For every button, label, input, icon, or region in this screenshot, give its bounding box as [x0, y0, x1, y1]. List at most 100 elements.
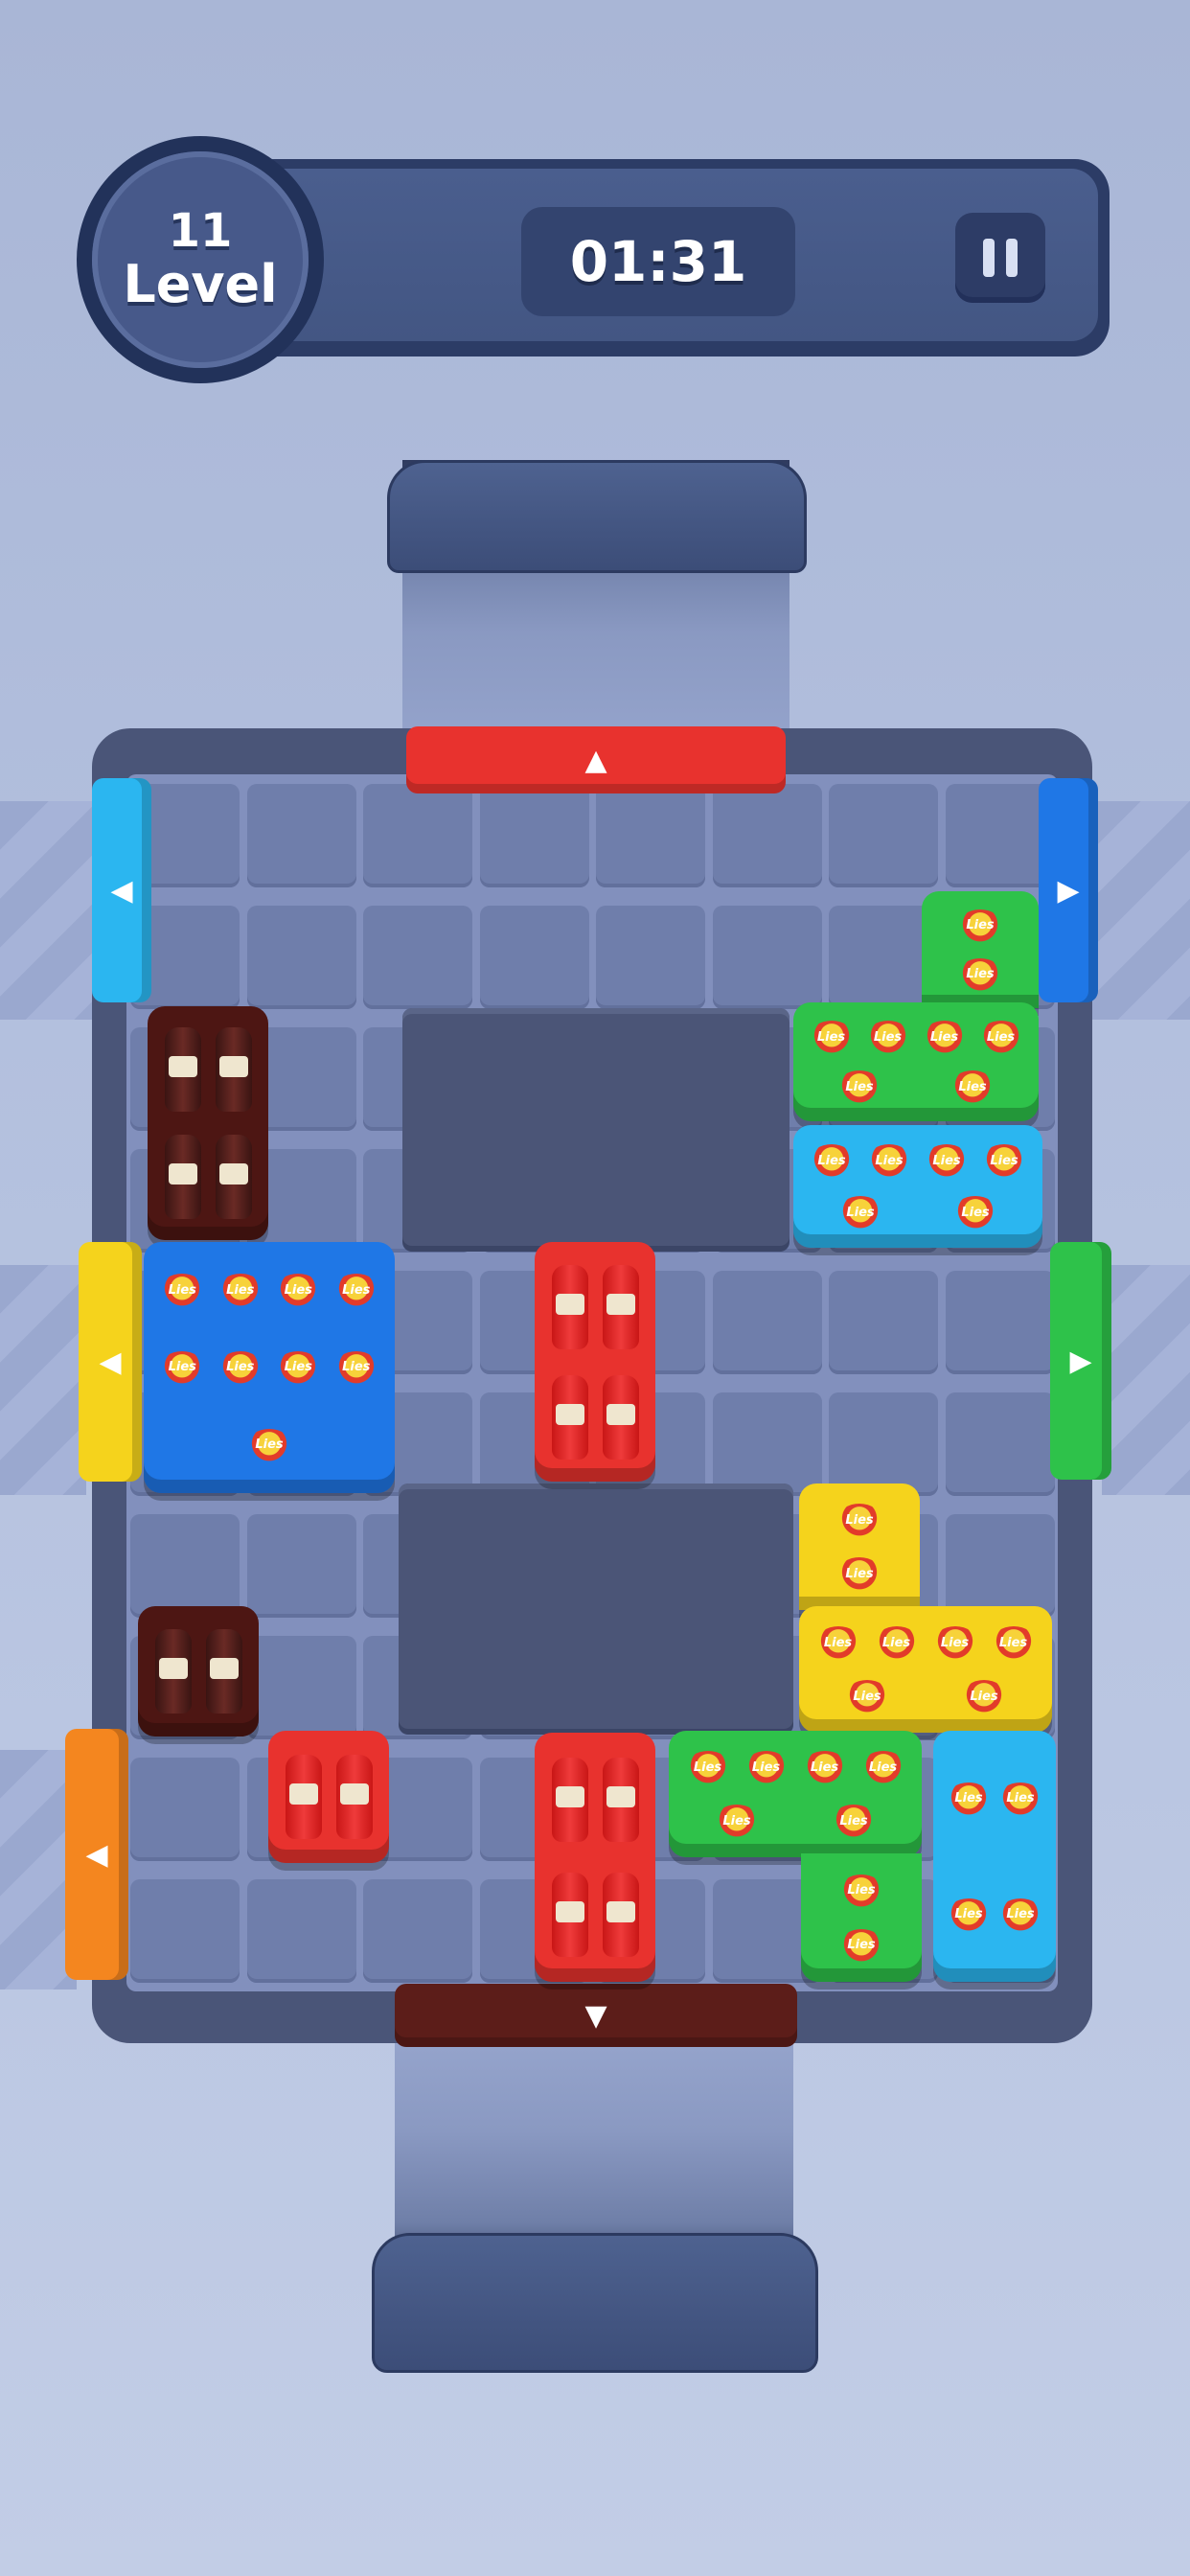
chip-bag-icon: Lies — [947, 1898, 991, 1931]
chip-bag-icon: Lies — [860, 1751, 905, 1783]
brown-bottle-crate-tall[interactable] — [148, 1006, 268, 1240]
bottle-icon — [551, 1758, 588, 1842]
arrow-up-icon: ▲ — [584, 743, 607, 777]
arrow-down-icon: ▼ — [584, 1998, 607, 2033]
board-cell — [945, 1271, 1055, 1374]
bottle-icon — [602, 1264, 639, 1349]
chip-bag-icon: Lies — [685, 1751, 730, 1783]
chip-bag-icon: Lies — [953, 1196, 997, 1229]
wall-block-top — [402, 1008, 790, 1246]
chip-bag-icon: Lies — [837, 1504, 881, 1536]
bottle-icon — [154, 1629, 192, 1714]
chip-bag-icon: Lies — [838, 1196, 882, 1229]
blue-chip-crate[interactable]: Lies Lies Lies Lies Lies Lies Lies Lies … — [144, 1242, 395, 1493]
arrow-left-icon: ◀ — [110, 873, 133, 908]
chip-bag-icon: Lies — [832, 1805, 876, 1837]
chip-bag-icon: Lies — [839, 1928, 883, 1962]
chip-bag-icon: Lies — [810, 1144, 854, 1177]
gate-top-red: ▲ — [406, 726, 786, 794]
board-cell — [712, 1271, 822, 1374]
board-cell — [945, 1392, 1055, 1496]
gate-right-green: ▶ — [1050, 1242, 1111, 1480]
chip-bag-icon: Lies — [845, 1680, 889, 1713]
lane-right-mid — [1102, 1265, 1190, 1495]
bottle-icon — [551, 1264, 588, 1349]
brown-bottle-crate-small[interactable] — [138, 1606, 259, 1736]
lane-right-top — [1092, 801, 1190, 1020]
bottle-icon — [551, 1873, 588, 1957]
chip-bag-icon: Lies — [744, 1751, 789, 1783]
chip-bag-icon: Lies — [837, 1557, 881, 1590]
yellow-chip-crate[interactable]: Lies Lies Lies Lies Lies Lies — [799, 1606, 1052, 1733]
chip-bag-icon: Lies — [867, 1144, 911, 1177]
board-cell — [246, 1514, 356, 1618]
lightblue-chip-crate-bottom[interactable]: Lies Lies Lies Lies — [933, 1731, 1056, 1982]
chip-bag-icon: Lies — [958, 957, 1002, 991]
gate-right-blue: ▶ — [1039, 778, 1098, 1002]
board-cell — [363, 1879, 472, 1983]
chip-bag-icon: Lies — [333, 1274, 378, 1307]
chip-bag-icon: Lies — [247, 1428, 291, 1461]
board-cell — [712, 906, 822, 1009]
chip-bag-icon: Lies — [925, 1144, 969, 1177]
level-indicator: 11 Level — [92, 151, 309, 368]
green-chip-crate-bottom[interactable]: Lies Lies Lies Lies Lies Lies — [669, 1731, 922, 1857]
chip-bag-icon: Lies — [982, 1144, 1026, 1177]
board-cell — [479, 784, 589, 887]
timer: 01:31 — [521, 207, 795, 316]
board-cell — [829, 784, 938, 887]
board-cell — [363, 906, 472, 1009]
board-cell — [246, 906, 356, 1009]
lightblue-chip-crate-top[interactable]: Lies Lies Lies Lies Lies Lies — [793, 1125, 1042, 1248]
board-cell — [246, 1879, 356, 1983]
bottle-icon — [215, 1027, 252, 1112]
board-cell — [479, 906, 589, 1009]
level-number: 11 — [168, 204, 233, 258]
yellow-chip-crate-upright[interactable]: Lies Lies — [799, 1484, 920, 1610]
chip-bag-icon: Lies — [991, 1626, 1036, 1659]
chip-bag-icon: Lies — [998, 1898, 1042, 1931]
bottle-icon — [602, 1374, 639, 1460]
chip-bag-icon: Lies — [802, 1751, 847, 1783]
chip-bag-icon: Lies — [922, 1021, 967, 1053]
green-chip-crate[interactable]: Lies Lies Lies Lies Lies Lies — [793, 1002, 1039, 1121]
arrow-left-icon: ◀ — [99, 1345, 122, 1379]
gate-left-orange: ◀ — [65, 1729, 128, 1980]
chip-bag-icon: Lies — [809, 1021, 854, 1053]
bottle-icon — [285, 1755, 322, 1839]
chip-bag-icon: Lies — [947, 1782, 991, 1815]
chip-bag-icon: Lies — [865, 1021, 910, 1053]
bottle-icon — [215, 1135, 252, 1219]
arrow-left-icon: ◀ — [85, 1837, 108, 1872]
chip-bag-icon: Lies — [160, 1274, 205, 1307]
red-bottle-crate-center[interactable] — [535, 1242, 655, 1482]
chip-bag-icon: Lies — [333, 1350, 378, 1384]
chip-bag-icon: Lies — [962, 1680, 1006, 1713]
chip-bag-icon: Lies — [837, 1070, 881, 1103]
green-chip-crate-bottom-leg[interactable]: Lies Lies — [801, 1853, 922, 1982]
board-cell — [829, 1271, 938, 1374]
wall-block-middle — [399, 1484, 793, 1729]
chip-bag-icon: Lies — [998, 1782, 1042, 1815]
board-cell — [246, 1636, 356, 1739]
chip-bag-icon: Lies — [217, 1274, 263, 1307]
chip-bag-icon: Lies — [950, 1070, 995, 1103]
pause-button[interactable] — [955, 213, 1045, 303]
green-chip-crate-corner[interactable]: Lies Lies — [922, 891, 1039, 1008]
chip-bag-icon: Lies — [276, 1274, 321, 1307]
bottle-icon — [602, 1758, 639, 1842]
red-bottle-crate-bottom[interactable] — [535, 1733, 655, 1982]
board-cell — [712, 784, 822, 887]
level-label: Level — [123, 254, 278, 314]
chip-bag-icon: Lies — [715, 1805, 759, 1837]
pause-icon-bar — [1006, 239, 1018, 277]
bottle-icon — [551, 1374, 588, 1460]
bottle-icon — [602, 1873, 639, 1957]
gate-left-yellow: ◀ — [79, 1242, 142, 1482]
board-cell — [246, 784, 356, 887]
red-bottle-crate-small[interactable] — [268, 1731, 389, 1863]
board-cell — [596, 784, 705, 887]
board-cell — [130, 1514, 240, 1618]
chip-bag-icon: Lies — [815, 1626, 860, 1659]
board-cell — [130, 1879, 240, 1983]
